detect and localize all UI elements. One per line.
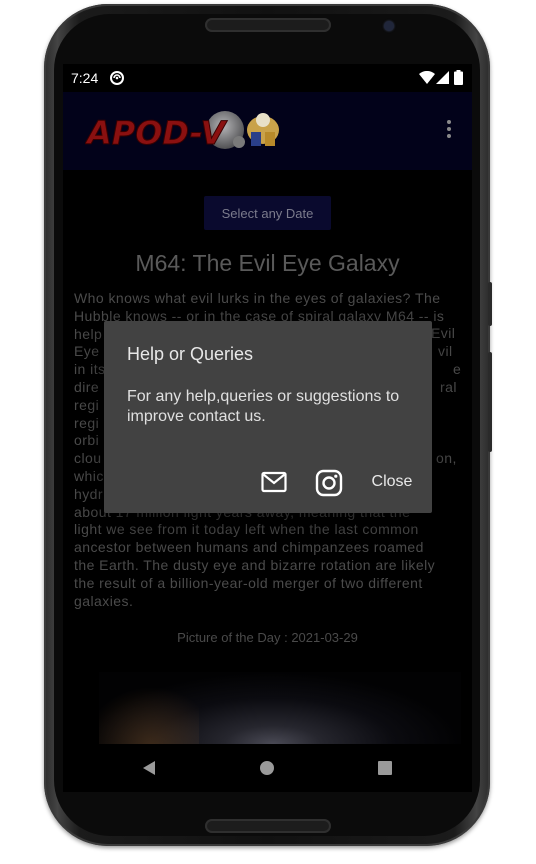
power-button: [488, 352, 492, 452]
mail-icon[interactable]: [261, 471, 287, 493]
dialog-message: For any help,queries or suggestions to i…: [127, 388, 400, 425]
front-camera: [384, 21, 394, 31]
close-button[interactable]: Close: [364, 473, 420, 493]
home-icon[interactable]: [260, 761, 274, 775]
help-dialog: Help or Queries For any help,queries or …: [104, 321, 432, 513]
screen: 7:24 APOD-V Select any Date M64: The Evi…: [63, 64, 472, 792]
dialog-title: Help or Queries: [127, 344, 254, 364]
bottom-speaker: [205, 819, 331, 833]
navigation-bar: [63, 744, 472, 792]
instagram-icon[interactable]: [315, 469, 343, 497]
back-icon[interactable]: [141, 760, 157, 776]
top-speaker: [205, 18, 331, 32]
volume-button: [488, 282, 492, 326]
recents-icon[interactable]: [378, 761, 392, 775]
